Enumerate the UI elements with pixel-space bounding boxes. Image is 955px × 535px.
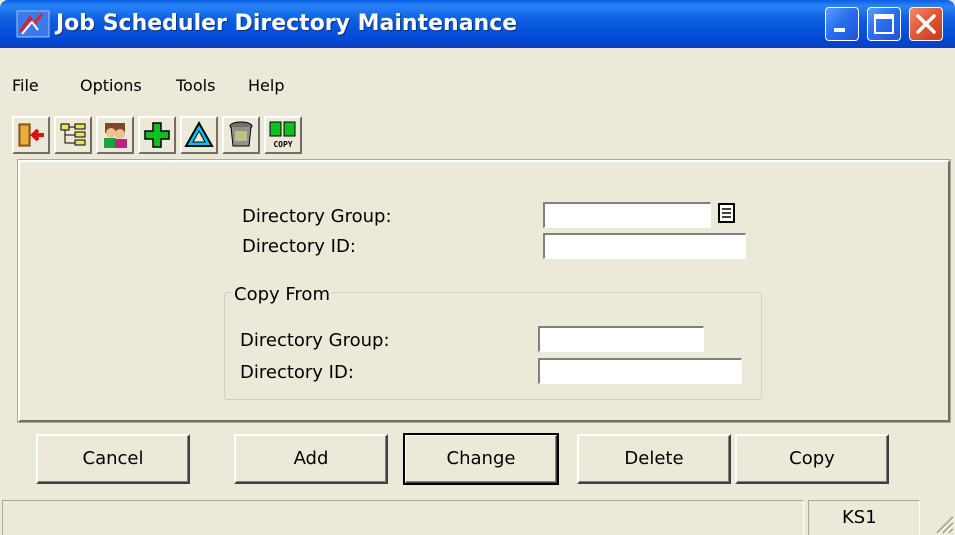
resize-grip[interactable] [924, 500, 955, 535]
copy-directory-group-label: Directory Group: [240, 330, 390, 351]
change-tool-button[interactable] [180, 116, 218, 154]
window-title: Job Scheduler Directory Maintenance [56, 11, 518, 36]
copy-directory-id-label: Directory ID: [240, 362, 354, 383]
add-icon [144, 122, 170, 148]
delete-tool-button[interactable] [222, 116, 260, 154]
app-icon [16, 10, 50, 38]
exit-tool-button[interactable] [12, 116, 50, 154]
menu-file[interactable]: File [12, 76, 39, 95]
delete-icon [229, 121, 253, 147]
cancel-button[interactable]: Cancel [36, 434, 190, 484]
status-main-pane [2, 500, 804, 535]
exit-icon [18, 123, 44, 147]
change-icon [184, 120, 214, 147]
maximize-button[interactable] [867, 7, 901, 41]
people-tool-button[interactable] [96, 116, 134, 154]
tree-tool-button[interactable] [54, 116, 92, 154]
directory-id-field[interactable] [543, 233, 746, 259]
delete-button[interactable]: Delete [577, 434, 731, 484]
minimize-button[interactable] [825, 7, 859, 41]
close-icon [916, 14, 936, 34]
menu-help[interactable]: Help [248, 76, 284, 95]
copy-from-title: Copy From [232, 284, 332, 305]
tree-icon [60, 123, 86, 146]
copy-tool-button[interactable]: COPY [264, 116, 302, 154]
minimize-icon [834, 28, 845, 32]
menu-tools[interactable]: Tools [176, 76, 215, 95]
add-tool-button[interactable] [138, 116, 176, 154]
people-icon [104, 123, 127, 148]
list-lookup-icon [718, 203, 735, 223]
copy-icon-label: COPY [273, 140, 292, 149]
status-code: KS1 [842, 507, 877, 528]
app-window: Job Scheduler Directory Maintenance File… [0, 0, 955, 535]
change-button[interactable]: Change [403, 433, 559, 485]
copy-button[interactable]: Copy [735, 434, 889, 484]
directory-group-field[interactable] [543, 202, 711, 228]
copy-directory-id-field[interactable] [538, 358, 742, 384]
close-button[interactable] [909, 7, 943, 41]
copy-directory-group-field[interactable] [538, 326, 704, 352]
title-bar[interactable]: Job Scheduler Directory Maintenance [0, 0, 955, 48]
copy-icon: COPY [269, 121, 296, 149]
directory-id-label: Directory ID: [242, 236, 356, 257]
status-bar [0, 500, 955, 535]
menu-bar [0, 48, 955, 112]
menu-options[interactable]: Options [80, 76, 142, 95]
directory-group-lookup-button[interactable] [716, 202, 738, 224]
directory-group-label: Directory Group: [242, 206, 392, 227]
add-button[interactable]: Add [234, 434, 388, 484]
maximize-icon [874, 14, 894, 34]
resize-grip-icon [936, 516, 955, 535]
